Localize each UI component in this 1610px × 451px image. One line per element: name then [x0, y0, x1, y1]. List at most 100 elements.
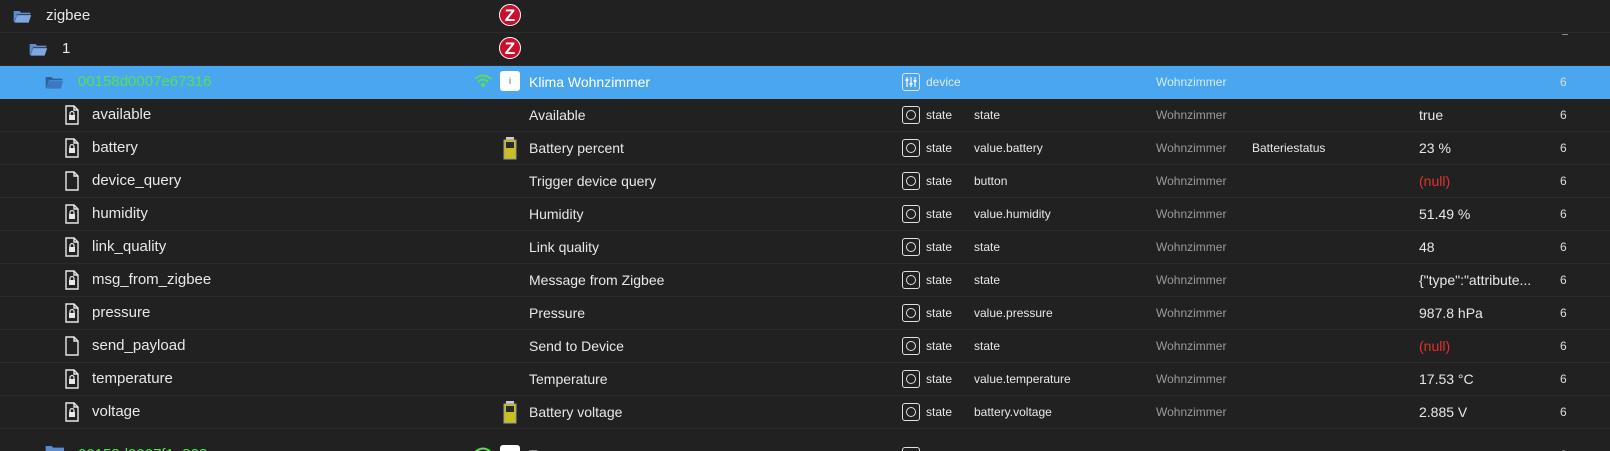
state-role: value.humidity [974, 207, 1051, 221]
state-type: state [926, 108, 953, 122]
state-circle-icon [902, 205, 920, 223]
object-tree: zigbee Z 1 Z 00158d0007e67316 i Klima Wo… [0, 0, 1610, 451]
state-value[interactable]: 2.885 V [1419, 396, 1467, 428]
state-value[interactable]: 48 [1419, 231, 1435, 263]
state-room: Wohnzimmer [1156, 141, 1227, 155]
state-role: button [974, 174, 1008, 188]
file-icon [65, 336, 79, 356]
folder-icon[interactable] [44, 441, 64, 451]
state-id: humidity [92, 205, 148, 222]
state-id: battery [92, 139, 138, 156]
device-sliders-icon [902, 73, 920, 91]
state-room: Wohnzimmer [1156, 174, 1227, 188]
state-name: Pressure [529, 305, 586, 321]
device-type: device [926, 75, 961, 89]
state-value[interactable]: 23 % [1419, 132, 1451, 164]
state-type: state [926, 174, 953, 188]
state-type: state [926, 339, 953, 353]
state-role: state [974, 240, 1001, 254]
state-row-temperature[interactable]: temperature Temperature state value.temp… [0, 363, 1610, 396]
state-type: state [926, 372, 953, 386]
state-type: state [926, 273, 953, 287]
state-value[interactable]: 987.8 hPa [1419, 297, 1483, 329]
state-value[interactable]: 51.49 % [1419, 198, 1470, 230]
state-name: Battery percent [529, 140, 624, 156]
state-room: Wohnzimmer [1156, 108, 1227, 122]
file-icon [65, 204, 79, 224]
state-circle-icon [902, 304, 920, 322]
state-name: Battery voltage [529, 404, 623, 420]
folder-open-icon[interactable] [44, 72, 64, 92]
state-id: pressure [92, 304, 151, 321]
zigbee-logo-icon: Z [499, 37, 521, 59]
state-value[interactable]: true [1419, 99, 1443, 131]
device-room: Wohnzimmer [1156, 75, 1227, 89]
state-type: state [926, 405, 953, 419]
state-id: available [92, 106, 152, 123]
zigbee-logo-icon: Z [499, 4, 521, 26]
file-icon [65, 237, 79, 257]
state-row-voltage[interactable]: voltage Battery voltage state battery.vo… [0, 396, 1610, 429]
battery-icon [503, 137, 517, 160]
state-circle-icon [902, 238, 920, 256]
state-name: Trigger device query [529, 173, 657, 189]
state-id: link_quality [92, 238, 167, 255]
state-name: Send to Device [529, 338, 624, 354]
state-room: Wohnzimmer [1156, 306, 1227, 320]
tree-row-zigbee[interactable]: zigbee Z [0, 0, 1610, 33]
state-circle-icon [902, 337, 920, 355]
state-role: value.temperature [974, 372, 1071, 386]
state-type: state [926, 141, 953, 155]
state-row-humidity[interactable]: humidity Humidity state value.humidity W… [0, 198, 1610, 231]
state-role: value.pressure [974, 306, 1053, 320]
device-sliders-icon [902, 447, 920, 451]
device-name: Klima Wohnzimmer [529, 74, 651, 90]
state-edge-value: 6 [1560, 141, 1567, 155]
state-role: state [974, 273, 1001, 287]
state-circle-icon [902, 139, 920, 157]
state-id: msg_from_zigbee [92, 271, 212, 288]
file-icon [65, 270, 79, 290]
state-value[interactable]: {"type":"attribute... [1419, 264, 1531, 296]
state-value[interactable]: (null) [1419, 165, 1450, 197]
next-device-edge-value: 6 [1560, 439, 1567, 451]
state-list: available Available state state Wohnzimm… [0, 99, 1610, 429]
device-edge-value: 6 [1560, 75, 1567, 89]
state-row-battery[interactable]: battery Battery percent state value.batt… [0, 132, 1610, 165]
state-row-send_payload[interactable]: send_payload Send to Device state state … [0, 330, 1610, 363]
file-icon [65, 402, 79, 422]
state-circle-icon [902, 370, 920, 388]
state-value[interactable]: (null) [1419, 330, 1450, 362]
state-room: Wohnzimmer [1156, 240, 1227, 254]
folder-open-icon[interactable] [28, 39, 48, 59]
state-type: state [926, 207, 953, 221]
state-id: device_query [92, 172, 182, 189]
state-circle-icon [902, 172, 920, 190]
state-row-msg_from_zigbee[interactable]: msg_from_zigbee Message from Zigbee stat… [0, 264, 1610, 297]
state-row-device_query[interactable]: device_query Trigger device query state … [0, 165, 1610, 198]
state-role: value.battery [974, 141, 1043, 155]
state-row-link_quality[interactable]: link_quality Link quality state state Wo… [0, 231, 1610, 264]
state-room: Wohnzimmer [1156, 339, 1227, 353]
folder-open-icon[interactable] [12, 6, 32, 26]
state-value[interactable]: 17.53 °C [1419, 363, 1474, 395]
state-name: Humidity [529, 206, 584, 222]
tree-row-device[interactable]: 00158d0007e67316 i Klima Wohnzimmer devi… [0, 66, 1610, 99]
state-circle-icon [902, 403, 920, 421]
state-row-pressure[interactable]: pressure Pressure state value.pressure W… [0, 297, 1610, 330]
tree-row-instance[interactable]: 1 Z [0, 33, 1610, 66]
state-id: send_payload [92, 337, 186, 354]
state-edge-value: 6 [1560, 372, 1567, 386]
tree-row-next-device[interactable]: 00158d0007f1e823 T 6 [0, 429, 1610, 451]
state-id: temperature [92, 370, 173, 387]
state-function: Batteriestatus [1252, 141, 1326, 155]
state-role: state [974, 339, 1001, 353]
state-edge-value: 6 [1560, 306, 1567, 320]
state-row-available[interactable]: available Available state state Wohnzimm… [0, 99, 1610, 132]
next-device-name: T [529, 439, 538, 451]
state-room: Wohnzimmer [1156, 273, 1227, 287]
tree-label-zigbee: zigbee [46, 7, 91, 24]
state-name: Message from Zigbee [529, 272, 665, 288]
state-room: Wohnzimmer [1156, 207, 1227, 221]
state-id: voltage [92, 403, 141, 420]
